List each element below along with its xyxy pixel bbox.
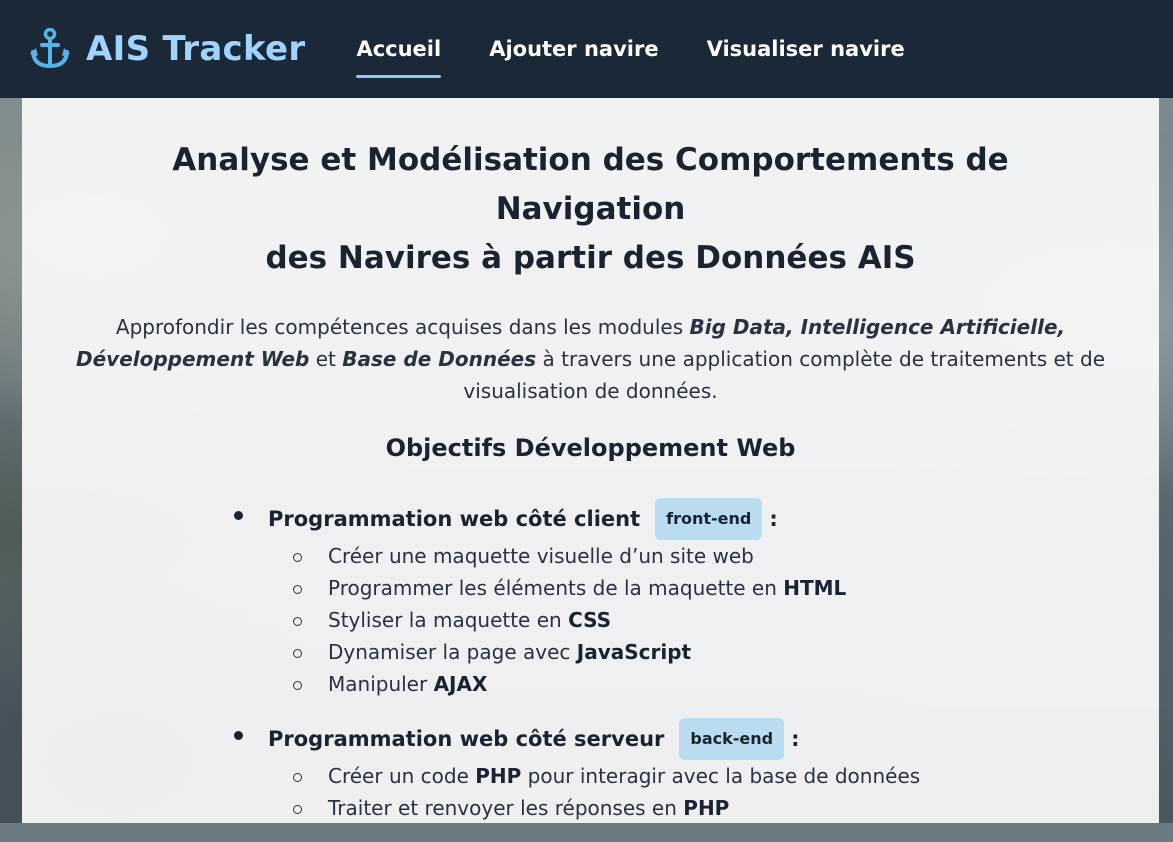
title-line-2: Navigation [495,191,686,227]
anchor-icon [30,28,70,69]
objective-colon: : [791,727,800,751]
objective-colon: : [769,507,778,531]
front-end-badge: front-end [655,498,763,540]
nav-ajouter-navire[interactable]: Ajouter navire [489,0,658,98]
objectives-list: Programmation web côté client front-end … [230,498,1110,842]
section-title: Objectifs Développement Web [385,434,796,462]
back-end-badge: back-end [679,718,785,760]
list-item: Créer une maquette visuelle d’un site we… [268,540,1110,572]
front-end-sublist: Créer une maquette visuelle d’un site we… [268,540,1110,700]
item-keyword: HTML [783,576,847,600]
item-keyword: PHP [475,764,522,788]
item-text: Traiter et renvoyer les réponses en [328,796,684,820]
item-text: Créer une maquette visuelle d’un site we… [328,544,754,568]
item-text-after: pour interagir avec la base de données [521,764,921,788]
item-text: Dynamiser la page avec [328,640,577,664]
objective-label: Programmation web côté client [268,507,641,531]
intro-paragraph: Approfondir les compétences acquises dan… [62,311,1119,407]
intro-text-1: Approfondir les compétences acquises dan… [115,315,690,339]
item-keyword: AJAX [433,672,488,696]
page-title: Analyse et Modélisation des Comportement… [22,136,1159,283]
item-text: Styliser la maquette en [328,608,569,632]
title-line-3: des Navires à partir des Données AIS [265,240,916,276]
item-keyword: PHP [683,796,730,820]
title-line-1: Analyse et Modélisation des Comportement… [172,142,1009,178]
intro-text-3: à travers une application complète de tr… [463,347,1105,403]
item-text: Manipuler [328,672,434,696]
objective-front-end: Programmation web côté client front-end … [230,498,1110,700]
list-item: Traiter et renvoyer les réponses en PHP [268,792,1110,824]
main-nav: Accueil Ajouter navire Visualiser navire [356,0,952,98]
content-panel: Analyse et Modélisation des Comportement… [22,98,1159,823]
list-item: Styliser la maquette en CSS [268,604,1110,636]
item-keyword: CSS [568,608,612,632]
list-item: Dynamiser la page avec JavaScript [268,636,1110,668]
nav-accueil[interactable]: Accueil [356,0,441,98]
app-title: AIS Tracker [86,29,306,69]
list-item: Programmer les éléments de la maquette e… [268,572,1110,604]
brand[interactable]: AIS Tracker [30,28,305,70]
item-keyword: JavaScript [576,640,692,664]
item-text: Créer un code [328,764,476,788]
item-text: Programmer les éléments de la maquette e… [328,576,784,600]
nav-visualiser-navire[interactable]: Visualiser navire [707,0,905,98]
objective-label: Programmation web côté serveur [268,727,665,751]
intro-text-2: et [309,347,343,371]
objective-back-end: Programmation web côté serveur back-end … [230,718,1110,824]
top-navbar: AIS Tracker Accueil Ajouter navire Visua… [0,0,1173,98]
intro-database: Base de Données [342,347,537,371]
list-item: Créer un code PHP pour interagir avec la… [268,760,1110,792]
list-item: Manipuler AJAX [268,668,1110,700]
back-end-sublist: Créer un code PHP pour interagir avec la… [268,760,1110,824]
